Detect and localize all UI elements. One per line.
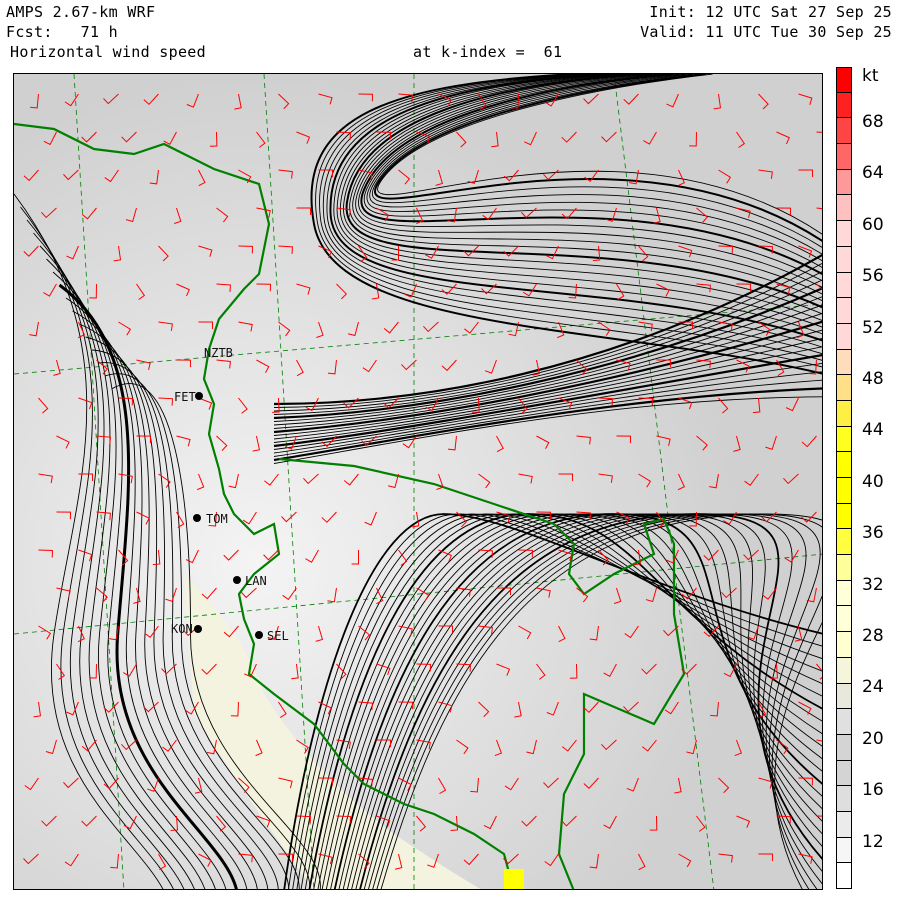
colorbar-swatch: [836, 246, 852, 273]
colorbar-tick-label: 68: [862, 112, 884, 132]
colorbar-tick-label: 56: [862, 266, 884, 287]
station-label: KON: [171, 622, 193, 636]
colorbar-swatch: [836, 811, 852, 838]
colorbar-swatch: [836, 67, 852, 93]
colorbar-tick-label: 60: [862, 214, 884, 235]
colorbar-swatch: [836, 144, 852, 170]
colorbar-swatch: [836, 555, 852, 581]
station-label: FET: [174, 390, 196, 404]
colorbar-swatch: [836, 863, 852, 889]
colorbar-swatch: [836, 92, 852, 119]
colorbar-tick-label: 28: [862, 626, 884, 646]
colorbar-tick-label: 48: [862, 369, 884, 389]
station-label: NZTB: [204, 346, 233, 360]
valid-time: Valid: 11 UTC Tue 30 Sep 25: [640, 23, 892, 41]
colorbar-swatch: [836, 349, 852, 376]
colorbar-swatch: [836, 837, 852, 864]
station-marker: [193, 514, 201, 522]
colorbar-swatch: [836, 272, 852, 299]
colorbar-tick-label: 36: [862, 523, 884, 544]
colorbar-swatch: [836, 529, 852, 556]
field-name: Horizontal wind speed: [10, 43, 206, 61]
station-marker: [233, 576, 241, 584]
colorbar-unit: kt: [862, 66, 879, 86]
station-label: TOM: [206, 512, 228, 526]
colorbar-swatch: [836, 221, 852, 247]
colorbar-swatch: [836, 657, 852, 684]
colorbar-swatch: [836, 375, 852, 401]
colorbar-tick-label: 32: [862, 574, 884, 595]
colorbar-swatch: [836, 169, 852, 196]
wind-map: NZTB FET TOM LAN KON SEL: [13, 73, 823, 890]
forecast-hour: Fcst: 71 h: [6, 23, 118, 41]
level-label: at k-index = 61: [413, 43, 563, 61]
colorbar-tick-label: 44: [862, 420, 884, 441]
colorbar-swatch: [836, 734, 852, 761]
colorbar-swatch: [836, 118, 852, 145]
colorbar-swatch: [836, 298, 852, 324]
colorbar-swatch: [836, 452, 852, 478]
station-label: LAN: [245, 574, 267, 588]
init-time: Init: 12 UTC Sat 27 Sep 25: [649, 3, 892, 21]
colorbar-swatch: [836, 786, 852, 812]
colorbar: [836, 67, 852, 889]
station-marker: [195, 392, 203, 400]
colorbar-tick-label: 64: [862, 163, 884, 184]
colorbar-swatch: [836, 400, 852, 427]
station-marker: [255, 631, 263, 639]
colorbar-swatch: [836, 195, 852, 222]
map-canvas: [14, 74, 822, 889]
station-marker: [194, 625, 202, 633]
colorbar-swatch: [836, 580, 852, 607]
colorbar-swatch: [836, 760, 852, 787]
colorbar-tick-label: 40: [862, 471, 884, 492]
model-title: AMPS 2.67-km WRF: [6, 3, 156, 21]
colorbar-swatch: [836, 426, 852, 453]
colorbar-swatch: [836, 323, 852, 350]
station-label: SEL: [267, 629, 289, 643]
colorbar-tick-label: 24: [862, 677, 884, 698]
colorbar-swatch: [836, 709, 852, 735]
colorbar-tick-label: 12: [862, 831, 884, 852]
colorbar-swatch: [836, 632, 852, 658]
high-wind-spot: [504, 869, 524, 889]
colorbar-swatch: [836, 478, 852, 504]
colorbar-swatch: [836, 606, 852, 633]
colorbar-swatch: [836, 683, 852, 710]
colorbar-tick-label: 52: [862, 317, 884, 338]
colorbar-tick-label: 20: [862, 728, 884, 749]
colorbar-swatch: [836, 503, 852, 530]
colorbar-tick-label: 16: [862, 780, 884, 801]
